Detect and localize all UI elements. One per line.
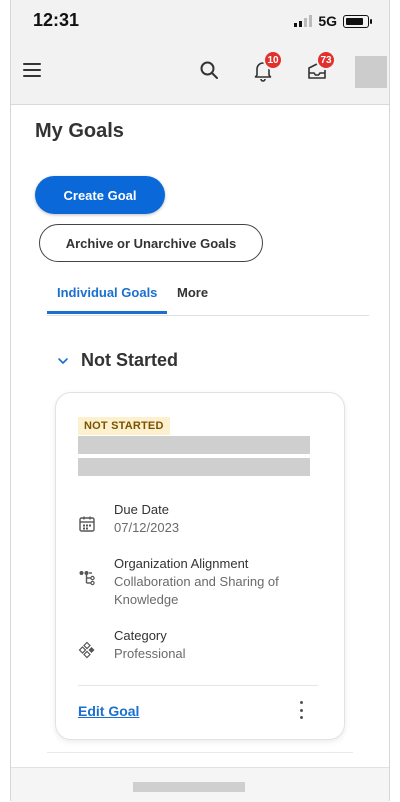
section-header[interactable]: Not Started xyxy=(57,350,178,371)
more-options-icon[interactable] xyxy=(300,701,304,719)
page-title: My Goals xyxy=(35,120,124,142)
redacted-bar xyxy=(133,782,245,792)
alignment-label: Organization Alignment xyxy=(114,556,249,571)
search-icon[interactable] xyxy=(199,60,219,80)
due-date-field: Due Date 07/12/2023 xyxy=(78,501,304,537)
notifications-badge: 10 xyxy=(263,50,283,70)
hierarchy-icon xyxy=(79,571,95,586)
tab-more[interactable]: More xyxy=(177,285,208,300)
tab-bar: Individual Goals More xyxy=(46,275,369,316)
due-date-label: Due Date xyxy=(114,502,169,517)
create-goal-button[interactable]: Create Goal xyxy=(35,176,165,214)
divider xyxy=(47,752,353,753)
signal-icon xyxy=(294,15,313,27)
divider xyxy=(78,685,318,686)
alignment-field: Organization Alignment Collaboration and… xyxy=(78,555,304,609)
redacted-goal-title xyxy=(78,458,310,476)
alignment-value: Collaboration and Sharing of Knowledge xyxy=(114,574,279,607)
section-title: Not Started xyxy=(81,350,179,370)
battery-icon xyxy=(343,14,372,28)
inbox-button[interactable]: 73 xyxy=(306,50,336,82)
archive-goals-button[interactable]: Archive or Unarchive Goals xyxy=(39,224,263,262)
app-header: 10 73 xyxy=(11,40,389,105)
edit-goal-link[interactable]: Edit Goal xyxy=(78,703,139,719)
notifications-button[interactable]: 10 xyxy=(253,50,283,82)
chevron-down-icon xyxy=(58,357,68,364)
status-time: 12:31 xyxy=(33,10,80,30)
tab-individual-goals[interactable]: Individual Goals xyxy=(46,285,168,314)
status-indicators: 5G xyxy=(294,13,372,29)
hamburger-icon[interactable] xyxy=(23,63,41,77)
category-field: Category Professional xyxy=(78,627,304,663)
category-value: Professional xyxy=(114,646,186,661)
goal-card[interactable]: NOT STARTED Due Date 07/12/2023 Organiza… xyxy=(55,392,345,740)
status-bar: 12:31 5G xyxy=(11,0,389,40)
calendar-icon xyxy=(79,516,95,532)
category-label: Category xyxy=(114,628,167,643)
bottom-bar xyxy=(11,767,389,802)
status-badge: NOT STARTED xyxy=(78,417,170,435)
redacted-goal-title xyxy=(78,436,310,454)
phone-frame: 12:31 5G 10 73 My Goals Create Goal Arch… xyxy=(10,0,390,802)
avatar[interactable] xyxy=(355,56,387,88)
category-icon xyxy=(78,641,95,659)
inbox-badge: 73 xyxy=(316,50,336,70)
due-date-value: 07/12/2023 xyxy=(114,520,180,535)
network-type: 5G xyxy=(318,13,337,29)
